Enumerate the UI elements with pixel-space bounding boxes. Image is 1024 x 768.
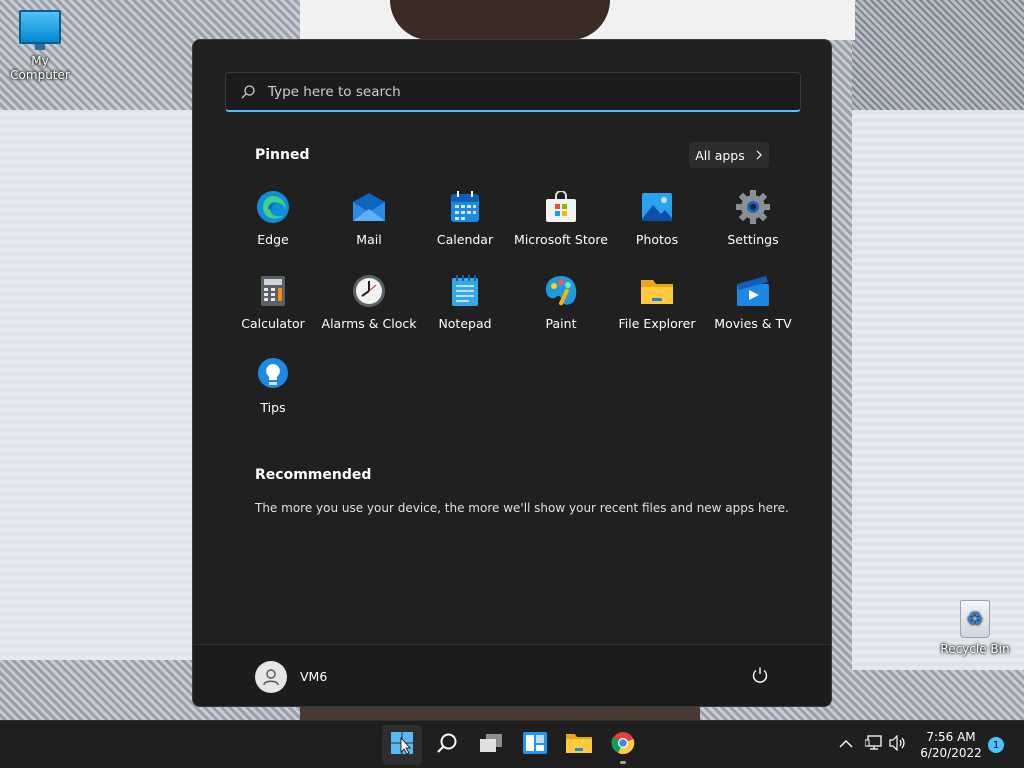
desktop-icon-my-computer[interactable]: My Computer xyxy=(0,10,80,82)
wallpaper-region xyxy=(300,706,700,720)
edge-icon xyxy=(256,190,290,224)
pinned-app-label: Paint xyxy=(545,316,577,331)
search-icon xyxy=(240,83,258,101)
clock-date: 6/20/2022 xyxy=(920,746,982,760)
tips-icon xyxy=(256,358,290,392)
pinned-app-settings[interactable]: Settings xyxy=(705,184,801,268)
taskbar-chrome-button[interactable] xyxy=(603,725,643,765)
search-placeholder: Type here to search xyxy=(268,83,401,100)
photos-icon xyxy=(640,190,674,224)
pinned-app-alarms-clock[interactable]: Alarms & Clock xyxy=(321,268,417,352)
notepad-icon xyxy=(448,274,482,308)
pinned-app-photos[interactable]: Photos xyxy=(609,184,705,268)
all-apps-label: All apps xyxy=(695,147,745,163)
start-footer: VM6 xyxy=(193,644,831,706)
paint-icon xyxy=(544,274,578,308)
pinned-app-label: Notepad xyxy=(438,316,492,331)
network-icon xyxy=(864,735,883,755)
pinned-app-label: Tips xyxy=(260,400,286,415)
folder-icon xyxy=(640,274,674,308)
pinned-app-label: Alarms & Clock xyxy=(321,316,417,331)
wallpaper-region xyxy=(852,110,1024,670)
user-avatar[interactable] xyxy=(255,661,287,693)
pinned-app-label: Edge xyxy=(257,232,289,247)
pinned-app-calculator[interactable]: Calculator xyxy=(225,268,321,352)
windows-icon xyxy=(391,732,413,758)
desktop-icon-recycle-bin[interactable]: ♻ Recycle Bin xyxy=(935,600,1015,656)
search-icon xyxy=(436,732,458,758)
pinned-app-label: File Explorer xyxy=(618,316,696,331)
all-apps-button[interactable]: All apps xyxy=(689,142,769,168)
chevron-right-icon xyxy=(755,148,763,163)
desktop-icon-label: Recycle Bin xyxy=(940,642,1010,656)
computer-icon xyxy=(19,10,61,50)
show-hidden-icons-button[interactable] xyxy=(836,735,856,755)
pinned-app-paint[interactable]: Paint xyxy=(513,268,609,352)
wallpaper-region xyxy=(0,110,193,660)
clock-button[interactable]: 7:56 AM 6/20/2022 xyxy=(912,729,990,761)
power-icon xyxy=(751,666,769,688)
clock-time: 7:56 AM xyxy=(926,730,976,744)
clock-icon xyxy=(352,274,386,308)
pinned-title: Pinned xyxy=(255,147,310,163)
chevron-up-icon xyxy=(839,738,853,753)
task-view-icon xyxy=(479,733,503,757)
pinned-app-calendar[interactable]: Calendar xyxy=(417,184,513,268)
running-indicator xyxy=(620,761,626,764)
search-box[interactable]: Type here to search xyxy=(225,72,801,112)
start-menu: Type here to search Pinned All apps Edge… xyxy=(192,39,832,707)
taskbar-file-explorer-button[interactable] xyxy=(559,725,599,765)
gear-icon xyxy=(736,190,770,224)
user-name[interactable]: VM6 xyxy=(300,669,327,684)
recommended-title: Recommended xyxy=(255,467,372,483)
taskbar-search-button[interactable] xyxy=(427,725,467,765)
power-button[interactable] xyxy=(749,666,771,688)
pinned-app-label: Mail xyxy=(356,232,382,247)
pinned-app-label: Settings xyxy=(727,232,779,247)
wallpaper-region xyxy=(390,0,610,40)
pinned-app-label: Microsoft Store xyxy=(514,232,608,247)
store-icon xyxy=(544,190,578,224)
pinned-app-label: Calendar xyxy=(436,232,494,247)
mail-icon xyxy=(352,190,386,224)
pinned-app-edge[interactable]: Edge xyxy=(225,184,321,268)
pinned-app-movies-tv[interactable]: Movies & TV xyxy=(705,268,801,352)
pinned-app-microsoft-store[interactable]: Microsoft Store xyxy=(513,184,609,268)
pinned-app-notepad[interactable]: Notepad xyxy=(417,268,513,352)
calculator-icon xyxy=(256,274,290,308)
notification-badge[interactable]: 1 xyxy=(988,737,1004,753)
taskbar: 7:56 AM 6/20/2022 1 xyxy=(0,720,1024,768)
chrome-icon xyxy=(611,731,635,759)
widgets-icon xyxy=(523,732,547,758)
pinned-app-label: Photos xyxy=(635,232,679,247)
wallpaper-region xyxy=(852,0,1024,110)
taskbar-start-button[interactable] xyxy=(382,725,422,765)
pinned-app-file-explorer[interactable]: File Explorer xyxy=(609,268,705,352)
volume-button[interactable] xyxy=(888,734,908,755)
network-button[interactable] xyxy=(864,735,884,755)
speaker-icon xyxy=(889,734,907,755)
pinned-apps-grid: Edge Mail Calendar Microsoft Store Photo… xyxy=(225,184,801,436)
movies-icon xyxy=(736,274,770,308)
taskbar-task-view-button[interactable] xyxy=(471,725,511,765)
desktop-icon-label: My Computer xyxy=(10,54,70,82)
recommended-message: The more you use your device, the more w… xyxy=(255,501,789,515)
taskbar-widgets-button[interactable] xyxy=(515,725,555,765)
pinned-app-tips[interactable]: Tips xyxy=(225,352,321,436)
folder-icon xyxy=(565,731,593,759)
recycle-bin-icon: ♻ xyxy=(960,600,990,638)
pinned-app-label: Movies & TV xyxy=(714,316,792,331)
calendar-icon xyxy=(448,190,482,224)
pinned-app-mail[interactable]: Mail xyxy=(321,184,417,268)
pinned-app-label: Calculator xyxy=(241,316,305,331)
